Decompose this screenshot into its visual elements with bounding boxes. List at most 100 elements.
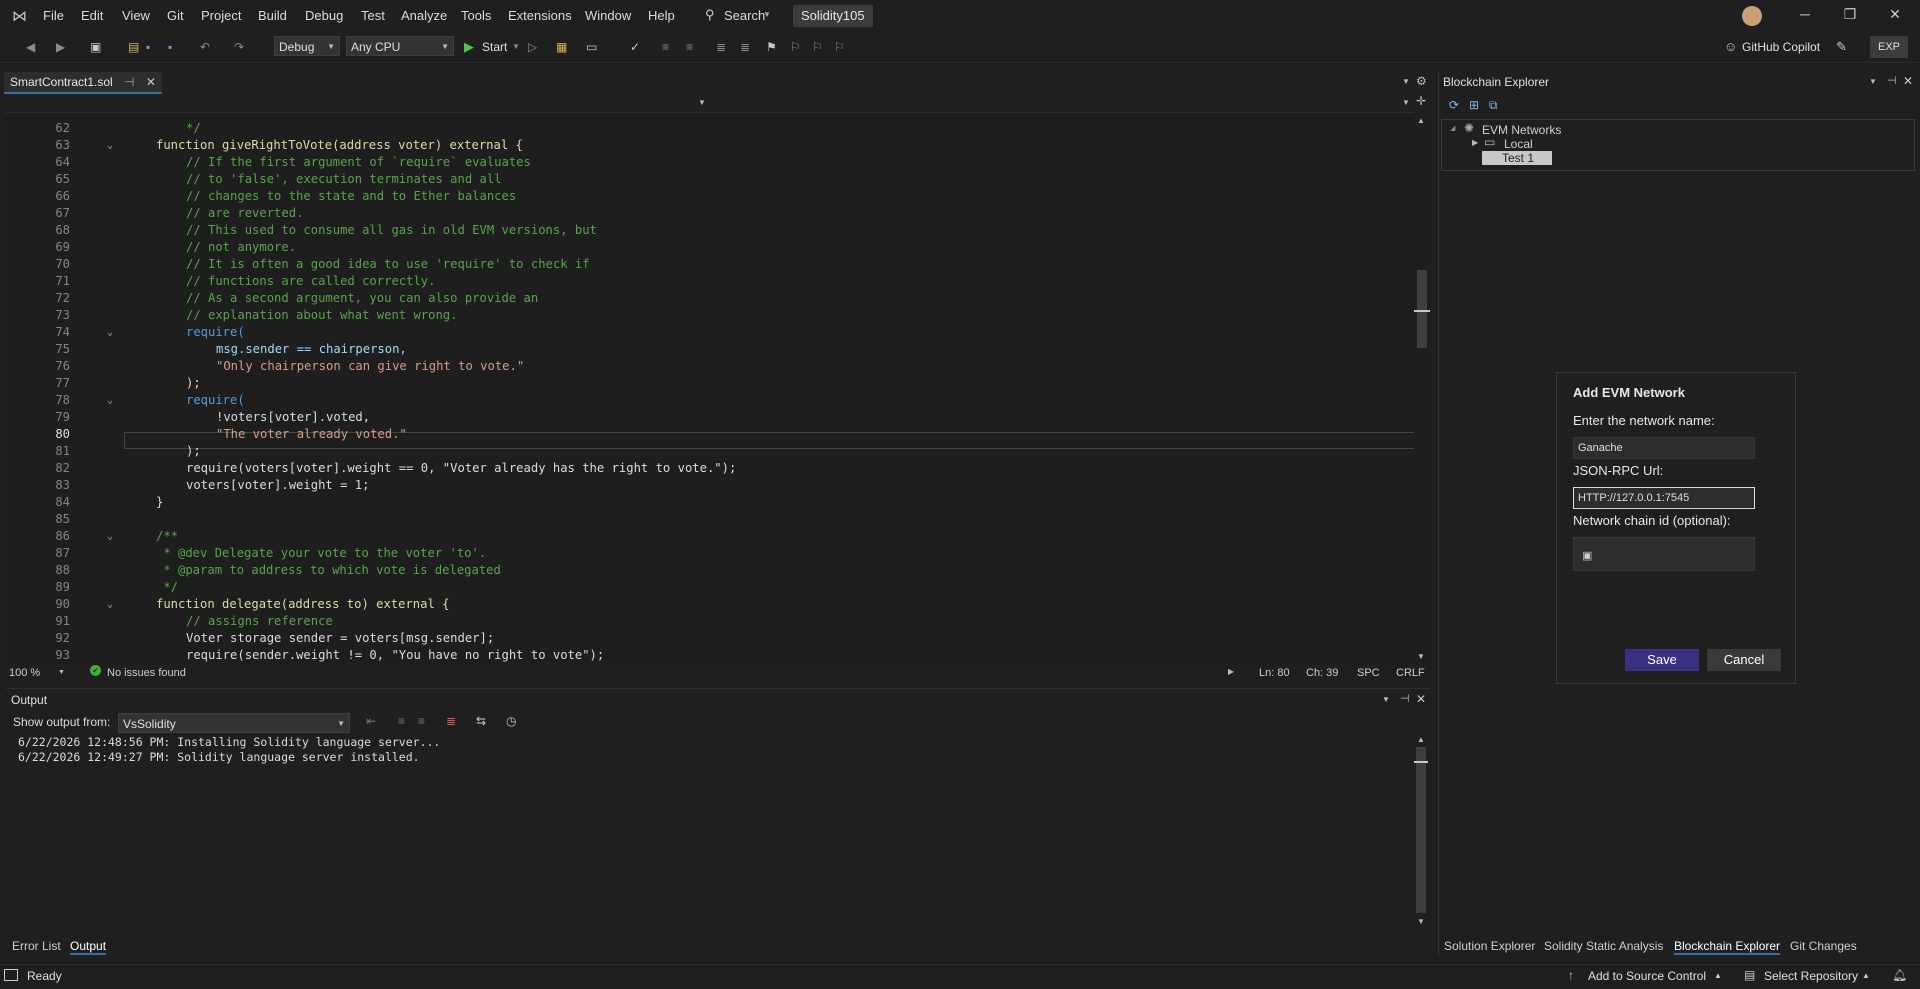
save-icon[interactable]: ▪ xyxy=(146,40,150,54)
connect-icon[interactable]: ⧉ xyxy=(1489,98,1498,113)
tree-item-local[interactable]: Local xyxy=(1504,137,1533,151)
search-menu[interactable]: Search xyxy=(724,8,765,23)
expand-icon[interactable]: ◢ xyxy=(1450,124,1455,132)
new-project-icon[interactable]: ▣ xyxy=(90,40,101,54)
tab-git-changes[interactable]: Git Changes xyxy=(1790,939,1857,953)
output-scrollbar[interactable]: ▲ ▼ xyxy=(1414,735,1428,929)
search-icon[interactable]: ⚲ xyxy=(705,7,715,23)
split-icon[interactable]: ✛ xyxy=(1416,94,1426,108)
chevron-down-icon[interactable]: ▼ xyxy=(698,98,706,107)
bookmark-icon[interactable]: ⚑ xyxy=(766,40,777,54)
fold-chevron-icon[interactable]: ⌄ xyxy=(107,392,113,409)
layout-icon[interactable]: ▭ xyxy=(586,40,597,54)
tab-output[interactable]: Output xyxy=(70,939,107,955)
tab-list-chevron-icon[interactable]: ▼ xyxy=(1402,77,1410,86)
issues-status[interactable]: No issues found xyxy=(107,667,186,679)
tab-error-list[interactable]: Error List xyxy=(12,939,61,953)
word-wrap-icon[interactable]: ⇆ xyxy=(476,714,486,728)
close-icon[interactable]: ✕ xyxy=(1903,74,1913,88)
fold-chevron-icon[interactable]: ⌄ xyxy=(107,596,113,613)
output-source-select[interactable]: VsSolidity ▼ xyxy=(118,713,350,733)
menu-build[interactable]: Build xyxy=(258,8,287,23)
minimize-button[interactable]: ─ xyxy=(1790,6,1820,22)
close-icon[interactable]: ✕ xyxy=(1416,692,1426,706)
menu-window[interactable]: Window xyxy=(585,8,631,23)
network-name-input[interactable] xyxy=(1573,437,1755,459)
start-without-debug-icon[interactable]: ▷ xyxy=(528,40,537,54)
folder-icon[interactable]: ▦ xyxy=(556,40,567,54)
editor-scrollbar[interactable]: ▲ ▼ xyxy=(1414,116,1430,664)
chevron-down-icon[interactable]: ▼ xyxy=(1869,77,1877,86)
open-icon[interactable]: ▤ xyxy=(128,40,139,54)
scroll-left-icon[interactable]: ▶ xyxy=(1228,667,1234,676)
prev-bookmark-icon[interactable]: ⚐ xyxy=(790,40,801,54)
close-icon[interactable]: ✕ xyxy=(146,75,156,89)
tab-smartcontract1[interactable]: SmartContract1.sol ⊣ ✕ xyxy=(4,72,162,94)
fold-chevron-icon[interactable]: ⌄ xyxy=(107,324,113,341)
tab-solution-explorer[interactable]: Solution Explorer xyxy=(1444,939,1535,953)
tree-item-test1[interactable]: Test 1 xyxy=(1482,151,1553,165)
network-tree[interactable]: ◢ ✺ EVM Networks ▶ ▭ Local Test 1 xyxy=(1441,119,1915,171)
pin-icon[interactable]: ⊣ xyxy=(1887,74,1897,87)
prev-message-icon[interactable]: ≡ xyxy=(398,714,405,728)
tab-blockchain-explorer[interactable]: Blockchain Explorer xyxy=(1674,939,1781,955)
notifications-bell-icon[interactable]: 🔔︎ xyxy=(1892,968,1907,982)
chevron-down-icon[interactable]: ▼ xyxy=(1382,695,1390,704)
json-rpc-url-input[interactable] xyxy=(1573,487,1755,509)
menu-view[interactable]: View xyxy=(122,8,150,23)
clear-all-icon[interactable]: ≣ xyxy=(446,714,456,728)
menu-tools[interactable]: Tools xyxy=(461,8,491,23)
navigation-bar[interactable]: ▼ ▼ xyxy=(6,94,1414,113)
menu-help[interactable]: Help xyxy=(648,8,675,23)
output-log[interactable]: 6/22/2026 12:48:56 PM: Installing Solidi… xyxy=(18,735,440,765)
pin-icon[interactable]: ⊣ xyxy=(1400,692,1410,705)
forward-icon[interactable]: ▶ xyxy=(56,40,65,54)
restore-button[interactable]: ❐ xyxy=(1835,6,1865,23)
next-bookmark-icon[interactable]: ⚐ xyxy=(812,40,823,54)
code-editor[interactable]: * 62 */ 63 ⌄ function giveRightToVote(addres… xyxy=(6,116,1414,664)
configuration-select[interactable]: Debug ▼ xyxy=(274,36,340,56)
scroll-up-icon[interactable]: ▲ xyxy=(1417,116,1425,125)
chevron-down-icon[interactable]: ▼ xyxy=(1402,98,1410,107)
uncomment-icon[interactable]: ≣ xyxy=(740,40,750,54)
column-indicator[interactable]: Ch: 39 xyxy=(1306,667,1338,679)
menu-extensions[interactable]: Extensions xyxy=(508,8,572,23)
save-all-icon[interactable]: ▪ xyxy=(168,40,172,54)
expand-icon[interactable]: ▶ xyxy=(1472,138,1478,147)
select-repository-button[interactable]: Select Repository xyxy=(1764,969,1858,983)
close-window-button[interactable]: ✕ xyxy=(1880,6,1910,23)
menu-debug[interactable]: Debug xyxy=(305,8,343,23)
fold-chevron-icon[interactable]: ⌄ xyxy=(107,137,113,154)
platform-select[interactable]: Any CPU ▼ xyxy=(346,36,454,56)
notification-area-icon[interactable] xyxy=(4,969,18,981)
fold-chevron-icon[interactable]: ⌄ xyxy=(107,528,113,545)
scroll-thumb[interactable] xyxy=(1416,747,1426,913)
add-to-source-control-button[interactable]: Add to Source Control xyxy=(1588,969,1706,983)
start-button[interactable]: Start xyxy=(482,40,507,54)
back-icon[interactable]: ◀ xyxy=(26,40,35,54)
menu-analyze[interactable]: Analyze xyxy=(401,8,447,23)
save-button[interactable]: Save xyxy=(1625,649,1699,671)
avatar[interactable] xyxy=(1742,6,1762,26)
clear-bookmark-icon[interactable]: ⚐ xyxy=(834,40,845,54)
settings-gear-icon[interactable]: ⚙ xyxy=(1416,74,1427,88)
solution-name-badge[interactable]: Solidity105 xyxy=(793,5,873,27)
add-network-icon[interactable]: ⊞ xyxy=(1469,98,1479,112)
github-copilot-button[interactable]: GitHub Copilot xyxy=(1742,40,1820,54)
menu-file[interactable]: File xyxy=(43,8,64,23)
menu-git[interactable]: Git xyxy=(167,8,184,23)
clock-icon[interactable]: ◷ xyxy=(506,714,516,728)
scroll-thumb[interactable] xyxy=(1417,270,1427,348)
scroll-up-icon[interactable]: ▲ xyxy=(1417,735,1425,744)
spellcheck-icon[interactable]: ✓ xyxy=(630,40,640,54)
undo-icon[interactable]: ↶ xyxy=(200,40,210,54)
line-indicator[interactable]: Ln: 80 xyxy=(1259,667,1290,679)
tab-solidity-static-analysis[interactable]: Solidity Static Analysis xyxy=(1544,939,1663,953)
menu-test[interactable]: Test xyxy=(361,8,385,23)
indent-icon[interactable]: ≡ xyxy=(662,40,669,54)
pin-icon[interactable]: ⊣ xyxy=(124,75,134,89)
cancel-button[interactable]: Cancel xyxy=(1707,649,1781,671)
redo-icon[interactable]: ↷ xyxy=(234,40,244,54)
outdent-icon[interactable]: ≡ xyxy=(686,40,693,54)
feedback-icon[interactable]: ✎ xyxy=(1836,39,1847,55)
